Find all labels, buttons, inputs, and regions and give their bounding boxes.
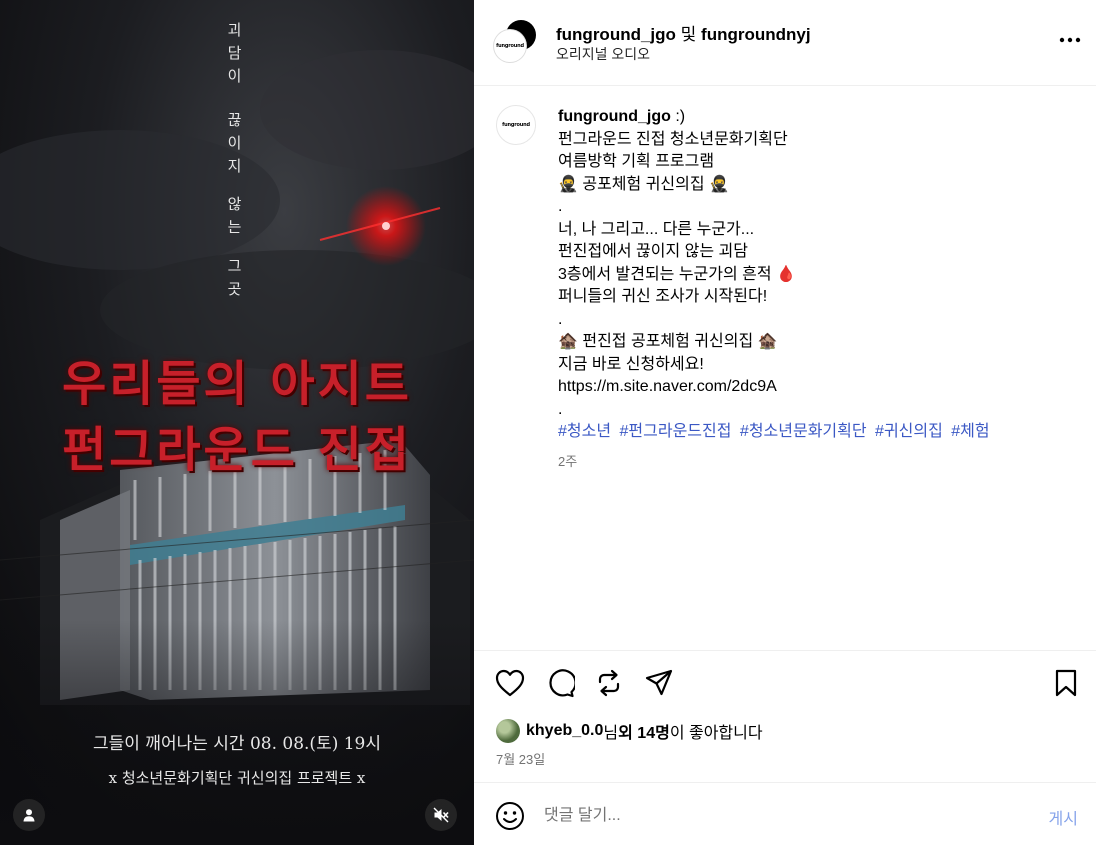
likes-others-link[interactable]: 외 14명: [618, 719, 670, 743]
header-accounts: funground_jgo 및 fungroundnyj: [556, 20, 811, 45]
caption-username[interactable]: funground_jgo: [558, 108, 671, 125]
emoji-icon: [496, 802, 524, 830]
poster-title-line2: 펀그라운드 진접: [62, 422, 412, 478]
mute-toggle-button[interactable]: [425, 799, 457, 831]
tagged-user-button[interactable]: [13, 799, 45, 831]
share-button[interactable]: [642, 666, 676, 700]
hashtag-link[interactable]: #펀그라운드진접: [620, 423, 732, 440]
poster-project: x 청소년문화기획단 귀신의집 프로젝트 x: [108, 769, 366, 787]
caption-line: 여름방학 기획 프로그램: [558, 153, 715, 170]
caption-text: funground_jgo :) 펀그라운드 진접 청소년문화기획단 여름방학 …: [558, 106, 1078, 444]
hashtag-link[interactable]: #청소년문화기획단: [740, 423, 867, 440]
caption-first-text: :): [675, 108, 686, 125]
caption-line: .: [558, 310, 563, 328]
comment-input[interactable]: [544, 801, 1004, 831]
avatar-logo-text: funground: [496, 43, 524, 49]
post-header: funground funground_jgo 및 fungroundnyj 오…: [474, 0, 1096, 86]
bookmark-icon: [1055, 669, 1077, 697]
comment-icon: [549, 669, 575, 698]
comment-bar: 게시: [474, 782, 1096, 845]
caption-line: 펀진접에서 끊이지 않는 괴담: [558, 243, 748, 260]
hashtag-link[interactable]: #청소년: [558, 423, 611, 440]
hashtag-link[interactable]: #체험: [951, 423, 989, 440]
caption-line: 3층에서 발견되는 누군가의 흔적 🩸: [558, 265, 796, 283]
likes-suffix1: 님: [603, 725, 619, 742]
account-link-1[interactable]: funground_jgo: [556, 25, 676, 44]
audio-link[interactable]: 오리지널 오디오: [556, 44, 650, 64]
action-bar: khyeb_0.0 님 외 14명 이 좋아합니다 7월 23일: [474, 650, 1096, 780]
caption-avatar[interactable]: funground: [496, 105, 536, 145]
caption-line: 너, 나 그리고... 다른 누군가...: [558, 220, 755, 238]
vertical-text-2: 끊이지: [225, 112, 243, 181]
caption-line: .: [558, 400, 563, 418]
account-link-2[interactable]: fungroundnyj: [701, 25, 811, 44]
caption-area: funground funground_jgo :) 펀그라운드 진접 청소년문…: [474, 87, 1096, 650]
more-icon: [1059, 37, 1081, 43]
reel-media[interactable]: 괴담이 끊이지 않는 그곳 우리들의 아지트 펀그라운드 진접 그들이 깨어나는…: [0, 0, 474, 845]
hashtag-list: #청소년 #펀그라운드진접 #청소년문화기획단 #귀신의집 #체험: [558, 421, 1078, 444]
caption-line: 🥷 공포체험 귀신의집 🥷: [558, 175, 729, 193]
likes-summary: khyeb_0.0 님 외 14명 이 좋아합니다: [496, 719, 763, 743]
share-icon: [645, 669, 673, 696]
like-button[interactable]: [493, 666, 527, 700]
liker-username[interactable]: khyeb_0.0: [526, 722, 603, 740]
caption-line: 🏚️ 펀진접 공포체험 귀신의집 🏚️: [558, 333, 778, 350]
caption-line: 지금 바로 신청하세요!: [558, 355, 704, 373]
caption-line: 펀그라운드 진접 청소년문화기획단: [558, 130, 788, 148]
comment-button[interactable]: [543, 666, 577, 700]
emoji-button[interactable]: [494, 800, 526, 832]
vertical-text-3: 않는: [225, 196, 243, 242]
post-comment-button[interactable]: 게시: [1049, 805, 1078, 829]
hashtag-link[interactable]: #귀신의집: [875, 423, 943, 440]
repost-icon: [598, 669, 620, 697]
caption-time-ago[interactable]: 2주: [558, 451, 577, 470]
accounts-joiner: 및: [680, 25, 697, 44]
vertical-text-4: 그곳: [225, 258, 243, 304]
caption-line: 퍼니들의 귀신 조사가 시작된다!: [558, 288, 768, 305]
avatar-funground-jgo[interactable]: funground: [494, 30, 526, 62]
user-icon: [23, 809, 35, 822]
heart-icon: [495, 669, 525, 697]
liker-avatar[interactable]: [496, 719, 520, 743]
caption-avatar-logo: funground: [502, 122, 530, 128]
more-options-button[interactable]: [1056, 26, 1084, 54]
caption-link[interactable]: https://m.site.naver.com/2dc9A: [558, 376, 1078, 399]
collab-avatars[interactable]: funground: [494, 18, 538, 64]
post-date[interactable]: 7월 23일: [496, 749, 545, 768]
caption-line: .: [558, 198, 563, 215]
poster-title-line1: 우리들의 아지트: [62, 356, 412, 412]
post-panel: funground funground_jgo 및 fungroundnyj 오…: [474, 0, 1096, 845]
vertical-text-1: 괴담이: [225, 22, 243, 91]
save-button[interactable]: [1049, 666, 1083, 700]
repost-button[interactable]: [592, 666, 626, 700]
likes-suffix2: 이 좋아합니다: [669, 725, 763, 742]
speaker-muted-icon: [433, 807, 449, 823]
poster-schedule: 그들이 깨어나는 시간 08. 08.(토) 19시: [92, 734, 382, 754]
